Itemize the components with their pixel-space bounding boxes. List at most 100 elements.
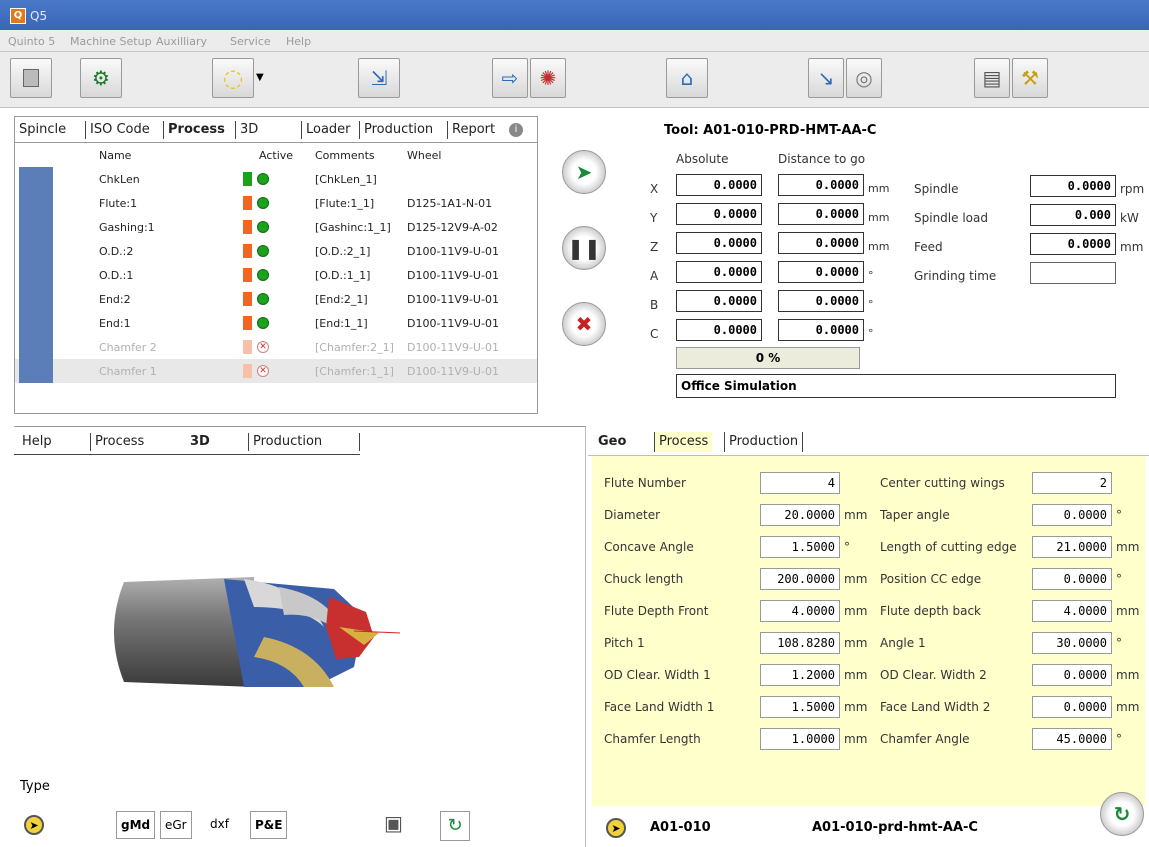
row-selector[interactable] (19, 335, 53, 359)
tab-view-process[interactable]: Process (90, 433, 144, 451)
process-wheel: D100-11V9-U-01 (407, 293, 499, 306)
tab-geo[interactable]: Geo (594, 432, 630, 452)
camera-icon[interactable]: ▣ (384, 811, 420, 843)
geo-value-field[interactable]: 2 (1032, 472, 1112, 494)
geo-value-field[interactable]: 1.5000 (760, 536, 840, 558)
axis-unit: mm (868, 211, 890, 224)
process-row[interactable]: Gashing:1 [Gashinc:1_1] D125-12V9-A-02 (15, 215, 537, 239)
process-wheel: D100-11V9-U-01 (407, 341, 499, 354)
absolute-value: 0.0000 (676, 232, 762, 254)
active-play-icon[interactable] (257, 221, 269, 233)
geo-value-field[interactable]: 1.5000 (760, 696, 840, 718)
footer-navigate-icon[interactable]: ➤ (606, 818, 626, 838)
geo-value-field[interactable]: 20.0000 (760, 504, 840, 526)
tab-geo-production[interactable]: Production (724, 432, 804, 452)
process-row[interactable]: Flute:1 [Flute:1_1] D125-1A1-N-01 (15, 191, 537, 215)
tab-process[interactable]: Process (163, 121, 229, 139)
stop-button[interactable] (10, 58, 52, 98)
geo-value-field[interactable]: 1.0000 (760, 728, 840, 750)
geo-value-field[interactable]: 0.0000 (1032, 568, 1112, 590)
process-row[interactable]: O.D.:2 [O.D.:2_1] D100-11V9-U-01 (15, 239, 537, 263)
menu-service[interactable]: Service (230, 35, 271, 48)
geo-value-field[interactable]: 0.0000 (1032, 504, 1112, 526)
navigate-icon[interactable]: ➤ (24, 815, 44, 835)
spark-button[interactable]: ✺ (530, 58, 566, 98)
row-selector[interactable] (19, 287, 53, 311)
row-selector[interactable] (19, 191, 53, 215)
tab-production[interactable]: Production (359, 121, 437, 139)
row-selector[interactable] (19, 263, 53, 287)
wheel-disc-button[interactable]: ◎ (846, 58, 882, 98)
geo-value-field[interactable]: 30.0000 (1032, 632, 1112, 654)
machine-button[interactable]: ⚙ (80, 58, 122, 98)
process-row[interactable]: O.D.:1 [O.D.:1_1] D100-11V9-U-01 (15, 263, 537, 287)
tab-spindle[interactable]: Spincle (15, 121, 70, 139)
active-play-icon[interactable] (257, 269, 269, 281)
printer-button[interactable]: ▤ (974, 58, 1010, 98)
tab-loader[interactable]: Loader (301, 121, 355, 139)
abort-button[interactable]: ✖ (562, 302, 606, 346)
process-comment: [Flute:1_1] (315, 197, 375, 210)
process-row[interactable]: Chamfer 2 ✕ [Chamfer:2_1] D100-11V9-U-01 (15, 335, 537, 359)
view-tabs: Help Process 3D Production (14, 427, 360, 455)
geo-unit: mm (844, 636, 868, 650)
tab-help[interactable]: Help (18, 433, 52, 451)
start-button[interactable]: ➤ (562, 150, 606, 194)
geo-value-field[interactable]: 1.2000 (760, 664, 840, 686)
geo-value-field[interactable]: 0.0000 (1032, 696, 1112, 718)
spindle-value: 0.0000 (1030, 175, 1116, 197)
geo-value-field[interactable]: 108.8280 (760, 632, 840, 654)
load-program-button[interactable]: ⇲ (358, 58, 400, 98)
distance-value: 0.0000 (778, 232, 864, 254)
menu-auxilliary[interactable]: Auxilliary (156, 35, 207, 48)
menu-machine-setup[interactable]: Machine Setup (70, 35, 152, 48)
tab-iso-code[interactable]: ISO Code (85, 121, 154, 139)
robot-arm-button[interactable]: ⚒ (1012, 58, 1048, 98)
wheel-button[interactable]: ◌ (212, 58, 254, 98)
factory-button[interactable]: ⌂ (666, 58, 708, 98)
process-row[interactable]: End:1 [End:1_1] D100-11V9-U-01 (15, 311, 537, 335)
active-play-icon[interactable] (257, 293, 269, 305)
tab-3d[interactable]: 3D (235, 121, 301, 139)
row-selector[interactable] (19, 359, 53, 383)
process-row[interactable]: End:2 [End:2_1] D100-11V9-U-01 (15, 287, 537, 311)
active-play-icon[interactable] (257, 245, 269, 257)
tab-view-production[interactable]: Production (248, 433, 360, 451)
chevron-down-icon[interactable]: ▼ (256, 72, 264, 83)
gmd-button[interactable]: gMd (116, 811, 156, 839)
report-info-icon[interactable]: i (509, 123, 523, 137)
egr-button[interactable]: eGr (160, 811, 192, 839)
active-play-icon[interactable] (257, 173, 269, 185)
geo-value-field[interactable]: 4 (760, 472, 840, 494)
export-button[interactable]: ⇨ (492, 58, 528, 98)
tab-view-3d[interactable]: 3D (186, 433, 210, 451)
refresh-icon[interactable]: ↻ (440, 811, 470, 841)
geo-value-field[interactable]: 4.0000 (1032, 600, 1112, 622)
active-play-icon[interactable] (257, 197, 269, 209)
inactive-x-icon[interactable]: ✕ (257, 365, 269, 377)
tab-report[interactable]: Report (447, 121, 499, 139)
tool-3d-model[interactable] (104, 567, 404, 697)
inactive-x-icon[interactable]: ✕ (257, 341, 269, 353)
tab-geo-process[interactable]: Process (654, 432, 713, 452)
pe-button[interactable]: P&E (250, 811, 288, 839)
active-play-icon[interactable] (257, 317, 269, 329)
dxf-button[interactable]: dxf (206, 811, 233, 839)
process-row[interactable]: Chamfer 1 ✕ [Chamfer:1_1] D100-11V9-U-01 (15, 359, 537, 383)
geo-value-field[interactable]: 200.0000 (760, 568, 840, 590)
pause-button[interactable]: ❚❚ (562, 226, 606, 270)
spindle-tool-button[interactable]: ↘ (808, 58, 844, 98)
geo-value-field[interactable]: 21.0000 (1032, 536, 1112, 558)
geo-unit: ° (1116, 732, 1122, 746)
row-selector[interactable] (19, 311, 53, 335)
refresh-round-button[interactable]: ↻ (1100, 792, 1144, 836)
geo-value-field[interactable]: 4.0000 (760, 600, 840, 622)
process-row[interactable]: ChkLen [ChkLen_1] (15, 167, 537, 191)
geo-value-field[interactable]: 45.0000 (1032, 728, 1112, 750)
geo-value-field[interactable]: 0.0000 (1032, 664, 1112, 686)
menu-help[interactable]: Help (286, 35, 311, 48)
row-selector[interactable] (19, 239, 53, 263)
menu-quinto5[interactable]: Quinto 5 (8, 35, 55, 48)
row-selector[interactable] (19, 167, 53, 191)
row-selector[interactable] (19, 215, 53, 239)
